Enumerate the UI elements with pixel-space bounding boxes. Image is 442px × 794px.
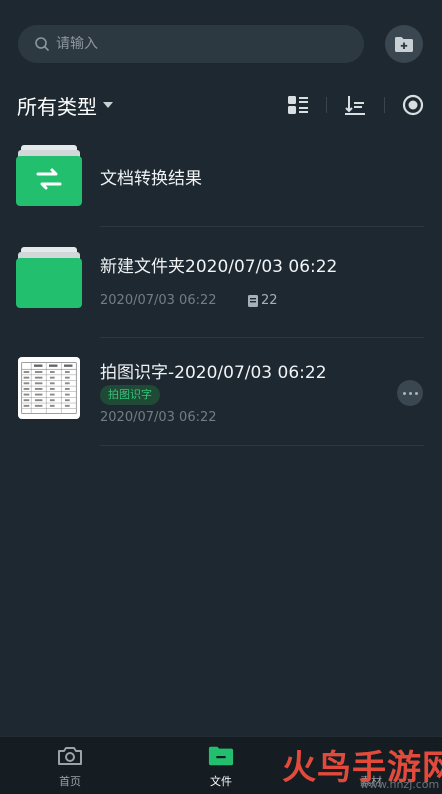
search-icon bbox=[35, 37, 49, 51]
file-date: 2020/07/03 06:22 bbox=[100, 293, 217, 308]
camera-icon bbox=[57, 745, 83, 767]
more-dot bbox=[414, 391, 418, 395]
search-input[interactable] bbox=[56, 36, 316, 52]
select-circle-icon bbox=[402, 94, 424, 116]
more-options-button[interactable] bbox=[397, 380, 423, 406]
new-folder-button[interactable] bbox=[385, 25, 423, 63]
folder-icon bbox=[16, 247, 82, 308]
document-count-icon bbox=[248, 294, 258, 307]
item-count: 22 bbox=[248, 293, 278, 308]
file-tag: 拍图识字 bbox=[100, 385, 160, 405]
type-filter-label: 所有类型 bbox=[17, 94, 97, 119]
more-dot bbox=[408, 391, 412, 395]
sort-button[interactable] bbox=[343, 93, 367, 117]
type-filter-dropdown[interactable]: 所有类型 bbox=[17, 91, 113, 119]
list-view-icon bbox=[288, 96, 308, 114]
row-divider bbox=[100, 226, 424, 227]
list-item[interactable]: 新建文件夹2020/07/03 06:22 2020/07/03 06:22 2… bbox=[16, 246, 424, 336]
nav-tab-home[interactable]: 首页 bbox=[30, 745, 110, 789]
nav-tab-files[interactable]: 文件 bbox=[181, 745, 261, 789]
file-title: 文档转换结果 bbox=[100, 169, 202, 189]
file-title: 拍图识字-2020/07/03 06:22 bbox=[100, 363, 327, 383]
header-divider bbox=[326, 97, 327, 113]
nav-label-files: 文件 bbox=[210, 775, 232, 788]
folder-tab-icon bbox=[208, 745, 234, 767]
new-folder-icon bbox=[395, 36, 413, 52]
select-button[interactable] bbox=[401, 93, 425, 117]
row-divider bbox=[100, 445, 424, 446]
header-divider bbox=[384, 97, 385, 113]
sort-icon bbox=[345, 96, 365, 115]
item-count-value: 22 bbox=[261, 293, 278, 308]
list-item[interactable]: 拍图识字-2020/07/03 06:22 拍图识字 2020/07/03 06… bbox=[16, 355, 424, 445]
document-thumbnail bbox=[18, 357, 80, 419]
search-bar[interactable] bbox=[18, 25, 364, 63]
nav-label-home: 首页 bbox=[59, 775, 81, 788]
caret-down-icon bbox=[103, 102, 113, 108]
view-toggle-button[interactable] bbox=[286, 93, 310, 117]
row-divider bbox=[100, 337, 424, 338]
list-item[interactable]: 文档转换结果 bbox=[16, 144, 424, 226]
file-title: 新建文件夹2020/07/03 06:22 bbox=[100, 257, 338, 277]
watermark-url: www.hnzj.com bbox=[360, 778, 440, 791]
more-dot bbox=[402, 391, 406, 395]
folder-convert-icon bbox=[16, 145, 82, 206]
file-date: 2020/07/03 06:22 bbox=[100, 410, 217, 425]
